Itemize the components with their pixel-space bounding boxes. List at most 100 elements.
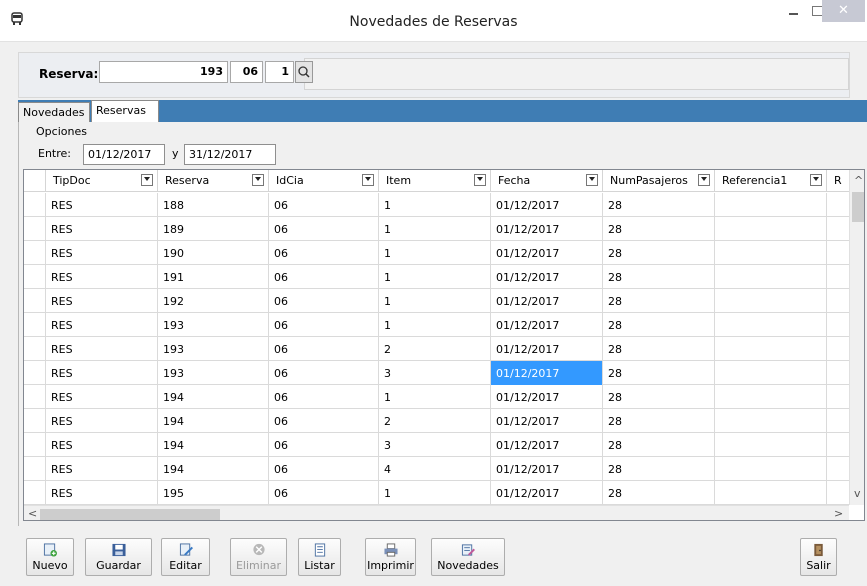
filter-dropdown-icon[interactable] bbox=[810, 174, 822, 186]
filter-dropdown-icon[interactable] bbox=[474, 174, 486, 186]
date-to-field[interactable]: 31/12/2017 bbox=[184, 144, 276, 165]
close-button[interactable]: ✕ bbox=[822, 0, 865, 22]
table-cell-fecha[interactable]: 01/12/2017 bbox=[491, 337, 603, 361]
vertical-scroll-thumb[interactable] bbox=[852, 192, 864, 222]
row-selector[interactable] bbox=[24, 265, 46, 289]
column-header-reserva[interactable]: Reserva bbox=[158, 170, 269, 192]
table-cell-numpasajeros[interactable]: 28 bbox=[603, 265, 715, 289]
table-cell-referencia1[interactable] bbox=[715, 217, 827, 241]
table-cell-reserva[interactable]: 190 bbox=[158, 241, 269, 265]
table-row[interactable]: RES 194 06 4 01/12/2017 28 bbox=[24, 457, 857, 481]
table-cell-idcia[interactable]: 06 bbox=[269, 193, 379, 217]
table-cell-fecha[interactable]: 01/12/2017 bbox=[491, 289, 603, 313]
table-cell-idcia[interactable]: 06 bbox=[269, 457, 379, 481]
table-cell-idcia[interactable]: 06 bbox=[269, 265, 379, 289]
tab-reservas[interactable]: Reservas bbox=[91, 100, 159, 122]
table-cell-numpasajeros[interactable]: 28 bbox=[603, 385, 715, 409]
nuevo-button[interactable]: Nuevo bbox=[26, 538, 74, 576]
table-cell-referencia1[interactable] bbox=[715, 409, 827, 433]
table-cell-numpasajeros[interactable]: 28 bbox=[603, 361, 715, 385]
date-from-field[interactable]: 01/12/2017 bbox=[83, 144, 165, 165]
scroll-left-icon[interactable]: < bbox=[28, 507, 37, 520]
table-row[interactable]: RES 188 06 1 01/12/2017 28 bbox=[24, 193, 857, 217]
eliminar-button[interactable]: Eliminar bbox=[230, 538, 287, 576]
horizontal-scrollbar[interactable]: < > bbox=[24, 505, 849, 520]
table-cell-tipdoc[interactable]: RES bbox=[46, 193, 158, 217]
table-cell-idcia[interactable]: 06 bbox=[269, 289, 379, 313]
table-cell-numpasajeros[interactable]: 28 bbox=[603, 409, 715, 433]
scroll-right-icon[interactable]: > bbox=[834, 507, 843, 520]
filter-dropdown-icon[interactable] bbox=[252, 174, 264, 186]
row-selector[interactable] bbox=[24, 409, 46, 433]
table-cell-fecha[interactable]: 01/12/2017 bbox=[491, 193, 603, 217]
filter-dropdown-icon[interactable] bbox=[698, 174, 710, 186]
table-cell-referencia1[interactable] bbox=[715, 361, 827, 385]
table-cell-item[interactable]: 1 bbox=[379, 241, 491, 265]
table-cell-referencia1[interactable] bbox=[715, 265, 827, 289]
row-selector[interactable] bbox=[24, 481, 46, 505]
row-selector[interactable] bbox=[24, 361, 46, 385]
table-cell-reserva[interactable]: 194 bbox=[158, 457, 269, 481]
table-cell-tipdoc[interactable]: RES bbox=[46, 217, 158, 241]
row-selector[interactable] bbox=[24, 289, 46, 313]
column-header-fecha[interactable]: Fecha bbox=[491, 170, 603, 192]
filter-dropdown-icon[interactable] bbox=[586, 174, 598, 186]
salir-button[interactable]: Salir bbox=[800, 538, 837, 576]
table-cell-fecha[interactable]: 01/12/2017 bbox=[491, 217, 603, 241]
table-cell-reserva[interactable]: 188 bbox=[158, 193, 269, 217]
table-cell-item[interactable]: 1 bbox=[379, 265, 491, 289]
listar-button[interactable]: Listar bbox=[298, 538, 341, 576]
table-cell-idcia[interactable]: 06 bbox=[269, 409, 379, 433]
table-cell-numpasajeros[interactable]: 28 bbox=[603, 193, 715, 217]
table-cell-tipdoc[interactable]: RES bbox=[46, 481, 158, 505]
table-cell-tipdoc[interactable]: RES bbox=[46, 337, 158, 361]
table-cell-reserva[interactable]: 194 bbox=[158, 385, 269, 409]
table-cell-referencia1[interactable] bbox=[715, 241, 827, 265]
table-cell-fecha[interactable]: 01/12/2017 bbox=[491, 481, 603, 505]
table-cell-idcia[interactable]: 06 bbox=[269, 385, 379, 409]
column-header-referencia1[interactable]: Referencia1 bbox=[715, 170, 827, 192]
table-row[interactable]: RES 194 06 3 01/12/2017 28 bbox=[24, 433, 857, 457]
filter-dropdown-icon[interactable] bbox=[362, 174, 374, 186]
table-cell-idcia[interactable]: 06 bbox=[269, 433, 379, 457]
row-selector[interactable] bbox=[24, 457, 46, 481]
table-cell-tipdoc[interactable]: RES bbox=[46, 457, 158, 481]
table-cell-fecha[interactable]: 01/12/2017 bbox=[491, 313, 603, 337]
table-cell-idcia[interactable]: 06 bbox=[269, 217, 379, 241]
table-cell-tipdoc[interactable]: RES bbox=[46, 313, 158, 337]
table-cell-item[interactable]: 1 bbox=[379, 289, 491, 313]
table-cell-item[interactable]: 1 bbox=[379, 313, 491, 337]
table-row[interactable]: RES 190 06 1 01/12/2017 28 bbox=[24, 241, 857, 265]
table-cell-numpasajeros[interactable]: 28 bbox=[603, 289, 715, 313]
table-cell-idcia[interactable]: 06 bbox=[269, 361, 379, 385]
table-cell-reserva[interactable]: 191 bbox=[158, 265, 269, 289]
horizontal-scroll-thumb[interactable] bbox=[40, 509, 220, 520]
table-cell-reserva[interactable]: 194 bbox=[158, 409, 269, 433]
vertical-scrollbar[interactable]: ^ v bbox=[849, 170, 864, 505]
table-row[interactable]: RES 195 06 1 01/12/2017 28 bbox=[24, 481, 857, 505]
table-cell-referencia1[interactable] bbox=[715, 481, 827, 505]
table-cell-referencia1[interactable] bbox=[715, 193, 827, 217]
table-cell-item[interactable]: 2 bbox=[379, 337, 491, 361]
tab-novedades[interactable]: Novedades bbox=[18, 102, 90, 122]
table-cell-reserva[interactable]: 192 bbox=[158, 289, 269, 313]
minimize-button[interactable] bbox=[780, 0, 806, 22]
table-cell-idcia[interactable]: 06 bbox=[269, 481, 379, 505]
column-header-item[interactable]: Item bbox=[379, 170, 491, 192]
table-cell-item[interactable]: 2 bbox=[379, 409, 491, 433]
table-row[interactable]: RES 193 06 2 01/12/2017 28 bbox=[24, 337, 857, 361]
reserva-item-field[interactable]: 1 bbox=[265, 61, 294, 83]
table-cell-reserva[interactable]: 194 bbox=[158, 433, 269, 457]
table-cell-tipdoc[interactable]: RES bbox=[46, 361, 158, 385]
table-row[interactable]: RES 194 06 2 01/12/2017 28 bbox=[24, 409, 857, 433]
row-selector[interactable] bbox=[24, 337, 46, 361]
table-row[interactable]: RES 193 06 3 01/12/2017 28 bbox=[24, 361, 857, 385]
table-cell-reserva[interactable]: 193 bbox=[158, 337, 269, 361]
imprimir-button[interactable]: Imprimir bbox=[365, 538, 416, 576]
table-cell-fecha[interactable]: 01/12/2017 bbox=[491, 241, 603, 265]
table-row[interactable]: RES 192 06 1 01/12/2017 28 bbox=[24, 289, 857, 313]
reserva-number-field[interactable]: 193 bbox=[99, 61, 228, 83]
table-cell-fecha[interactable]: 01/12/2017 bbox=[491, 385, 603, 409]
table-cell-tipdoc[interactable]: RES bbox=[46, 289, 158, 313]
table-cell-tipdoc[interactable]: RES bbox=[46, 241, 158, 265]
